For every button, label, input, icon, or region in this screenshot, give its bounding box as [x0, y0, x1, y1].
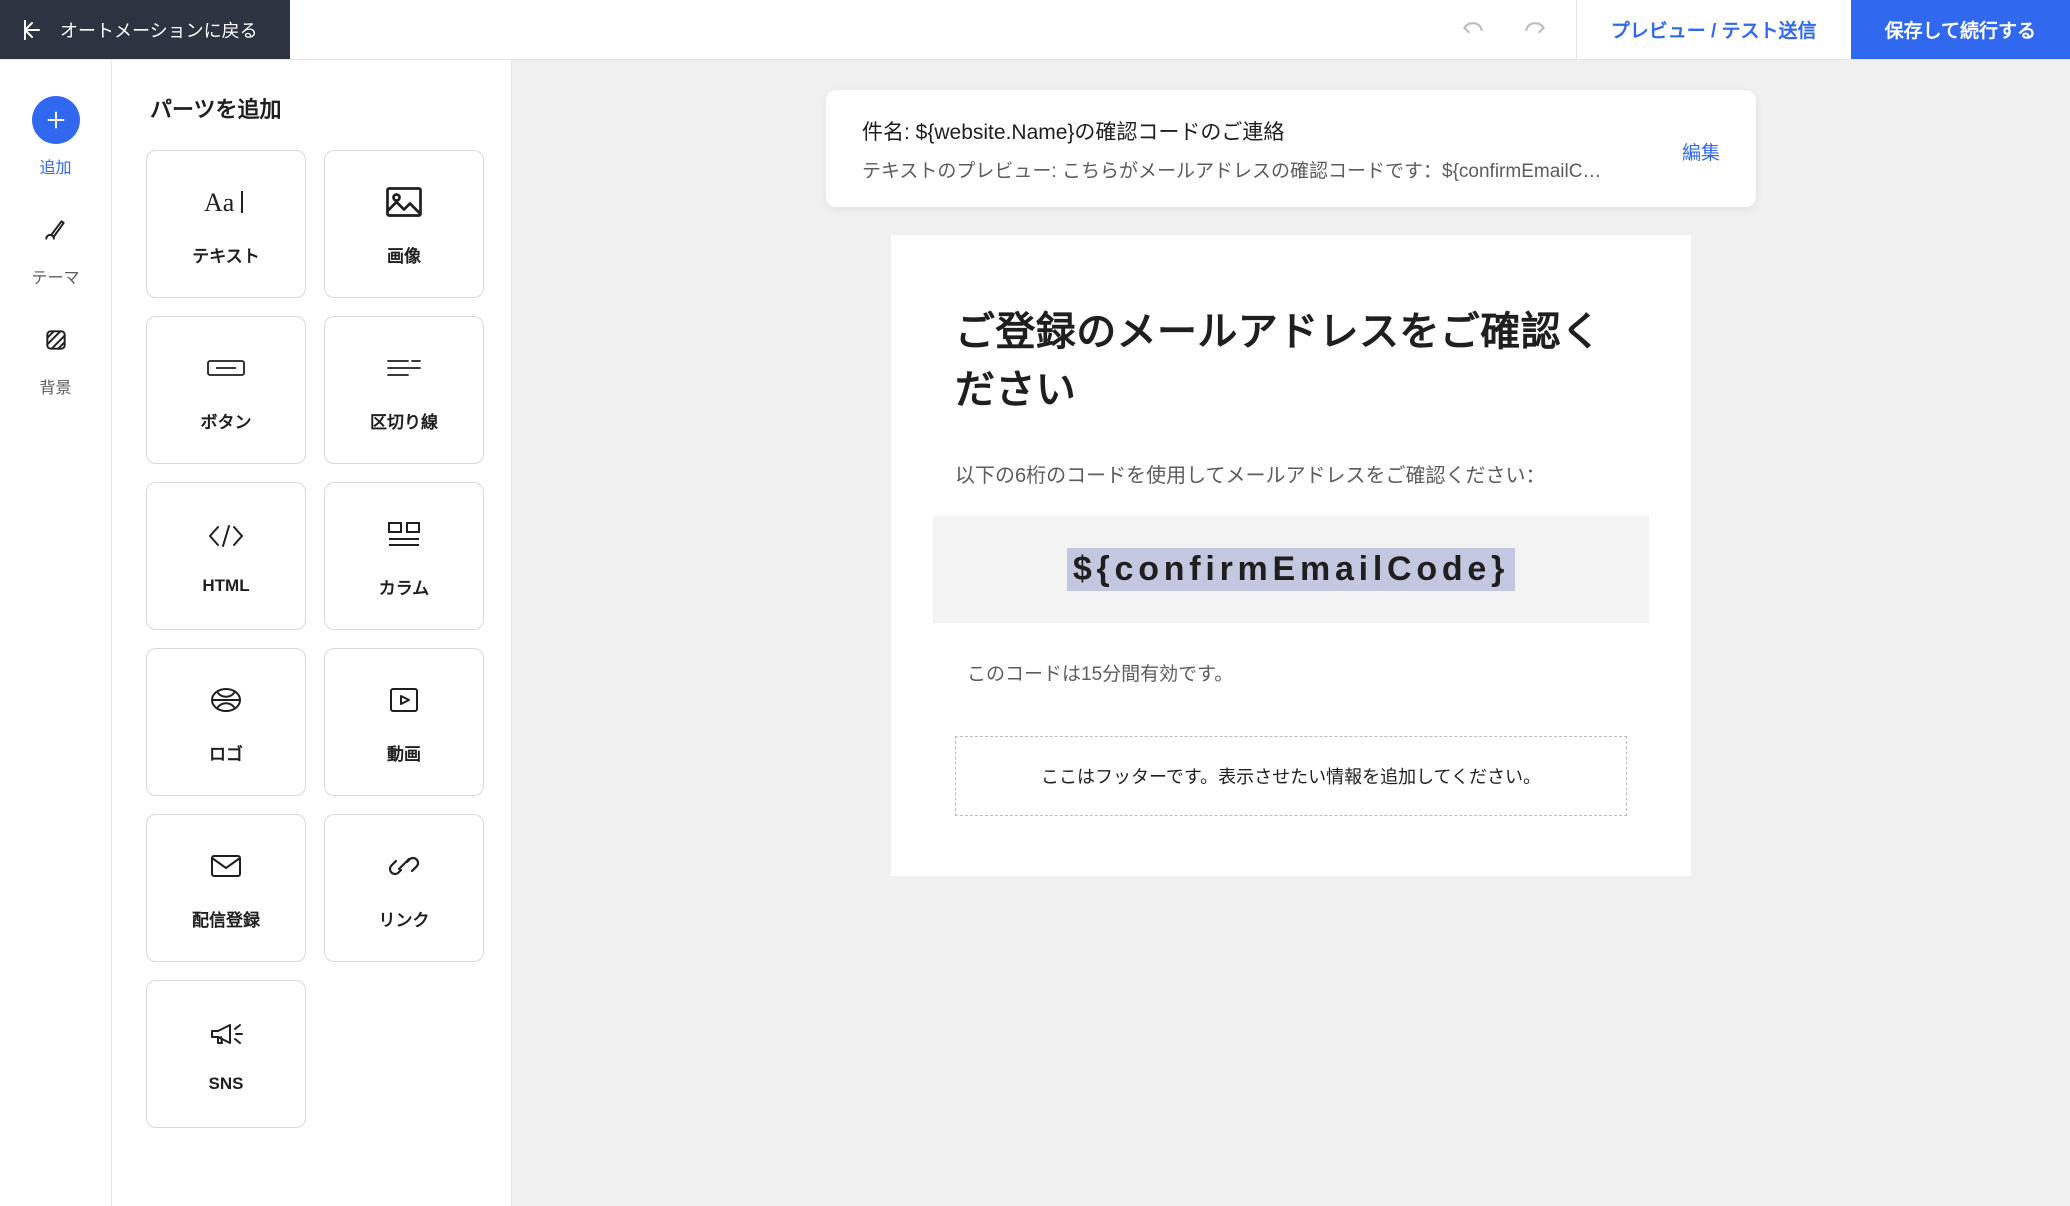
- rail-tab-add[interactable]: 追加: [32, 96, 80, 178]
- part-sns[interactable]: SNS: [146, 980, 306, 1128]
- email-validity-note: このコードは15分間有効です。: [967, 659, 1627, 686]
- email-instruction: 以下の6桁のコードを使用してメールアドレスをご確認ください：: [955, 459, 1627, 488]
- part-subscribe[interactable]: 配信登録: [146, 814, 306, 962]
- video-icon: [388, 680, 420, 720]
- texture-icon: [32, 316, 80, 364]
- main-layout: 追加 テーマ 背景: [0, 60, 2070, 1206]
- parts-panel: パーツを追加 Aa テキスト 画像 ボタン: [112, 60, 512, 1206]
- subject-text-area: 件名: ${website.Name}の確認コードのご連絡 テキストのプレビュー…: [862, 116, 1652, 183]
- logo-icon: [209, 680, 243, 720]
- subject-line: 件名: ${website.Name}の確認コードのご連絡: [862, 116, 1652, 146]
- part-button[interactable]: ボタン: [146, 316, 306, 464]
- preview-line: テキストのプレビュー: こちらがメールアドレスの確認コードです：${confir…: [862, 156, 1652, 183]
- redo-icon: [1522, 17, 1548, 43]
- part-label: 区切り線: [370, 408, 438, 433]
- preview-value: こちらがメールアドレスの確認コードです：${confirmEmailC…: [1062, 161, 1601, 182]
- undo-button[interactable]: [1442, 0, 1504, 59]
- link-icon: [387, 846, 421, 886]
- preview-prefix: テキストのプレビュー:: [862, 161, 1062, 182]
- history-group: [1432, 0, 1577, 59]
- editor-canvas: 件名: ${website.Name}の確認コードのご連絡 テキストのプレビュー…: [512, 60, 2070, 1206]
- part-label: 配信登録: [192, 906, 260, 931]
- part-label: リンク: [379, 906, 430, 931]
- subject-value: ${website.Name}の確認コードのご連絡: [916, 121, 1285, 144]
- save-label: 保存して続行する: [1885, 16, 2036, 43]
- preview-test-send-button[interactable]: プレビュー / テスト送信: [1577, 0, 1851, 59]
- footer-placeholder-text: ここはフッターです。表示させたい情報を追加してください。: [1041, 767, 1541, 787]
- edit-label: 編集: [1682, 143, 1720, 164]
- svg-text:Aa: Aa: [204, 188, 235, 217]
- part-label: カラム: [379, 574, 430, 599]
- part-label: テキスト: [192, 242, 260, 267]
- parts-grid: Aa テキスト 画像 ボタン 区切り線: [146, 150, 477, 1128]
- header-actions: プレビュー / テスト送信 保存して続行する: [1432, 0, 2070, 59]
- part-label: 動画: [387, 740, 421, 765]
- parts-panel-title: パーツを追加: [150, 92, 477, 124]
- email-heading: ご登録のメールアドレスをご確認ください: [955, 303, 1627, 419]
- header-spacer: [290, 0, 1432, 59]
- part-link[interactable]: リンク: [324, 814, 484, 962]
- rail-tab-theme[interactable]: テーマ: [31, 206, 79, 288]
- brush-icon: [31, 206, 79, 254]
- part-label: ボタン: [201, 408, 252, 433]
- part-video[interactable]: 動画: [324, 648, 484, 796]
- app-header: オートメーションに戻る: [0, 0, 2070, 60]
- part-label: SNS: [209, 1074, 244, 1094]
- rail-tab-background[interactable]: 背景: [32, 316, 80, 398]
- rail-label: テーマ: [31, 264, 79, 288]
- undo-icon: [1460, 17, 1486, 43]
- part-html[interactable]: HTML: [146, 482, 306, 630]
- part-label: HTML: [202, 576, 249, 596]
- part-logo[interactable]: ロゴ: [146, 648, 306, 796]
- divider-icon: [384, 348, 424, 388]
- part-label: 画像: [387, 242, 421, 267]
- save-continue-button[interactable]: 保存して続行する: [1851, 0, 2070, 59]
- text-icon: Aa: [204, 182, 248, 222]
- confirmation-code-block: ${confirmEmailCode}: [933, 516, 1649, 623]
- column-icon: [387, 514, 421, 554]
- megaphone-icon: [208, 1014, 244, 1054]
- subject-prefix: 件名:: [862, 121, 916, 144]
- email-body-canvas[interactable]: ご登録のメールアドレスをご確認ください 以下の6桁のコードを使用してメールアドレ…: [891, 235, 1691, 876]
- envelope-icon: [209, 846, 243, 886]
- part-column[interactable]: カラム: [324, 482, 484, 630]
- part-label: ロゴ: [209, 740, 243, 765]
- part-text[interactable]: Aa テキスト: [146, 150, 306, 298]
- subject-preview-card: 件名: ${website.Name}の確認コードのご連絡 テキストのプレビュー…: [826, 90, 1756, 207]
- back-arrow-icon: [20, 18, 44, 42]
- part-divider[interactable]: 区切り線: [324, 316, 484, 464]
- button-icon: [206, 348, 246, 388]
- rail-label: 追加: [39, 154, 71, 178]
- edit-subject-button[interactable]: 編集: [1682, 138, 1720, 165]
- back-label: オートメーションに戻る: [60, 17, 258, 43]
- email-footer-placeholder[interactable]: ここはフッターです。表示させたい情報を追加してください。: [955, 736, 1627, 816]
- redo-button[interactable]: [1504, 0, 1566, 59]
- rail-label: 背景: [39, 374, 71, 398]
- preview-label: プレビュー / テスト送信: [1611, 16, 1817, 43]
- plus-icon: [32, 96, 80, 144]
- confirmation-code-token: ${confirmEmailCode}: [1067, 548, 1515, 591]
- part-image[interactable]: 画像: [324, 150, 484, 298]
- image-icon: [386, 182, 422, 222]
- code-icon: [204, 516, 248, 556]
- left-rail: 追加 テーマ 背景: [0, 60, 112, 1206]
- back-to-automations-button[interactable]: オートメーションに戻る: [0, 0, 290, 59]
